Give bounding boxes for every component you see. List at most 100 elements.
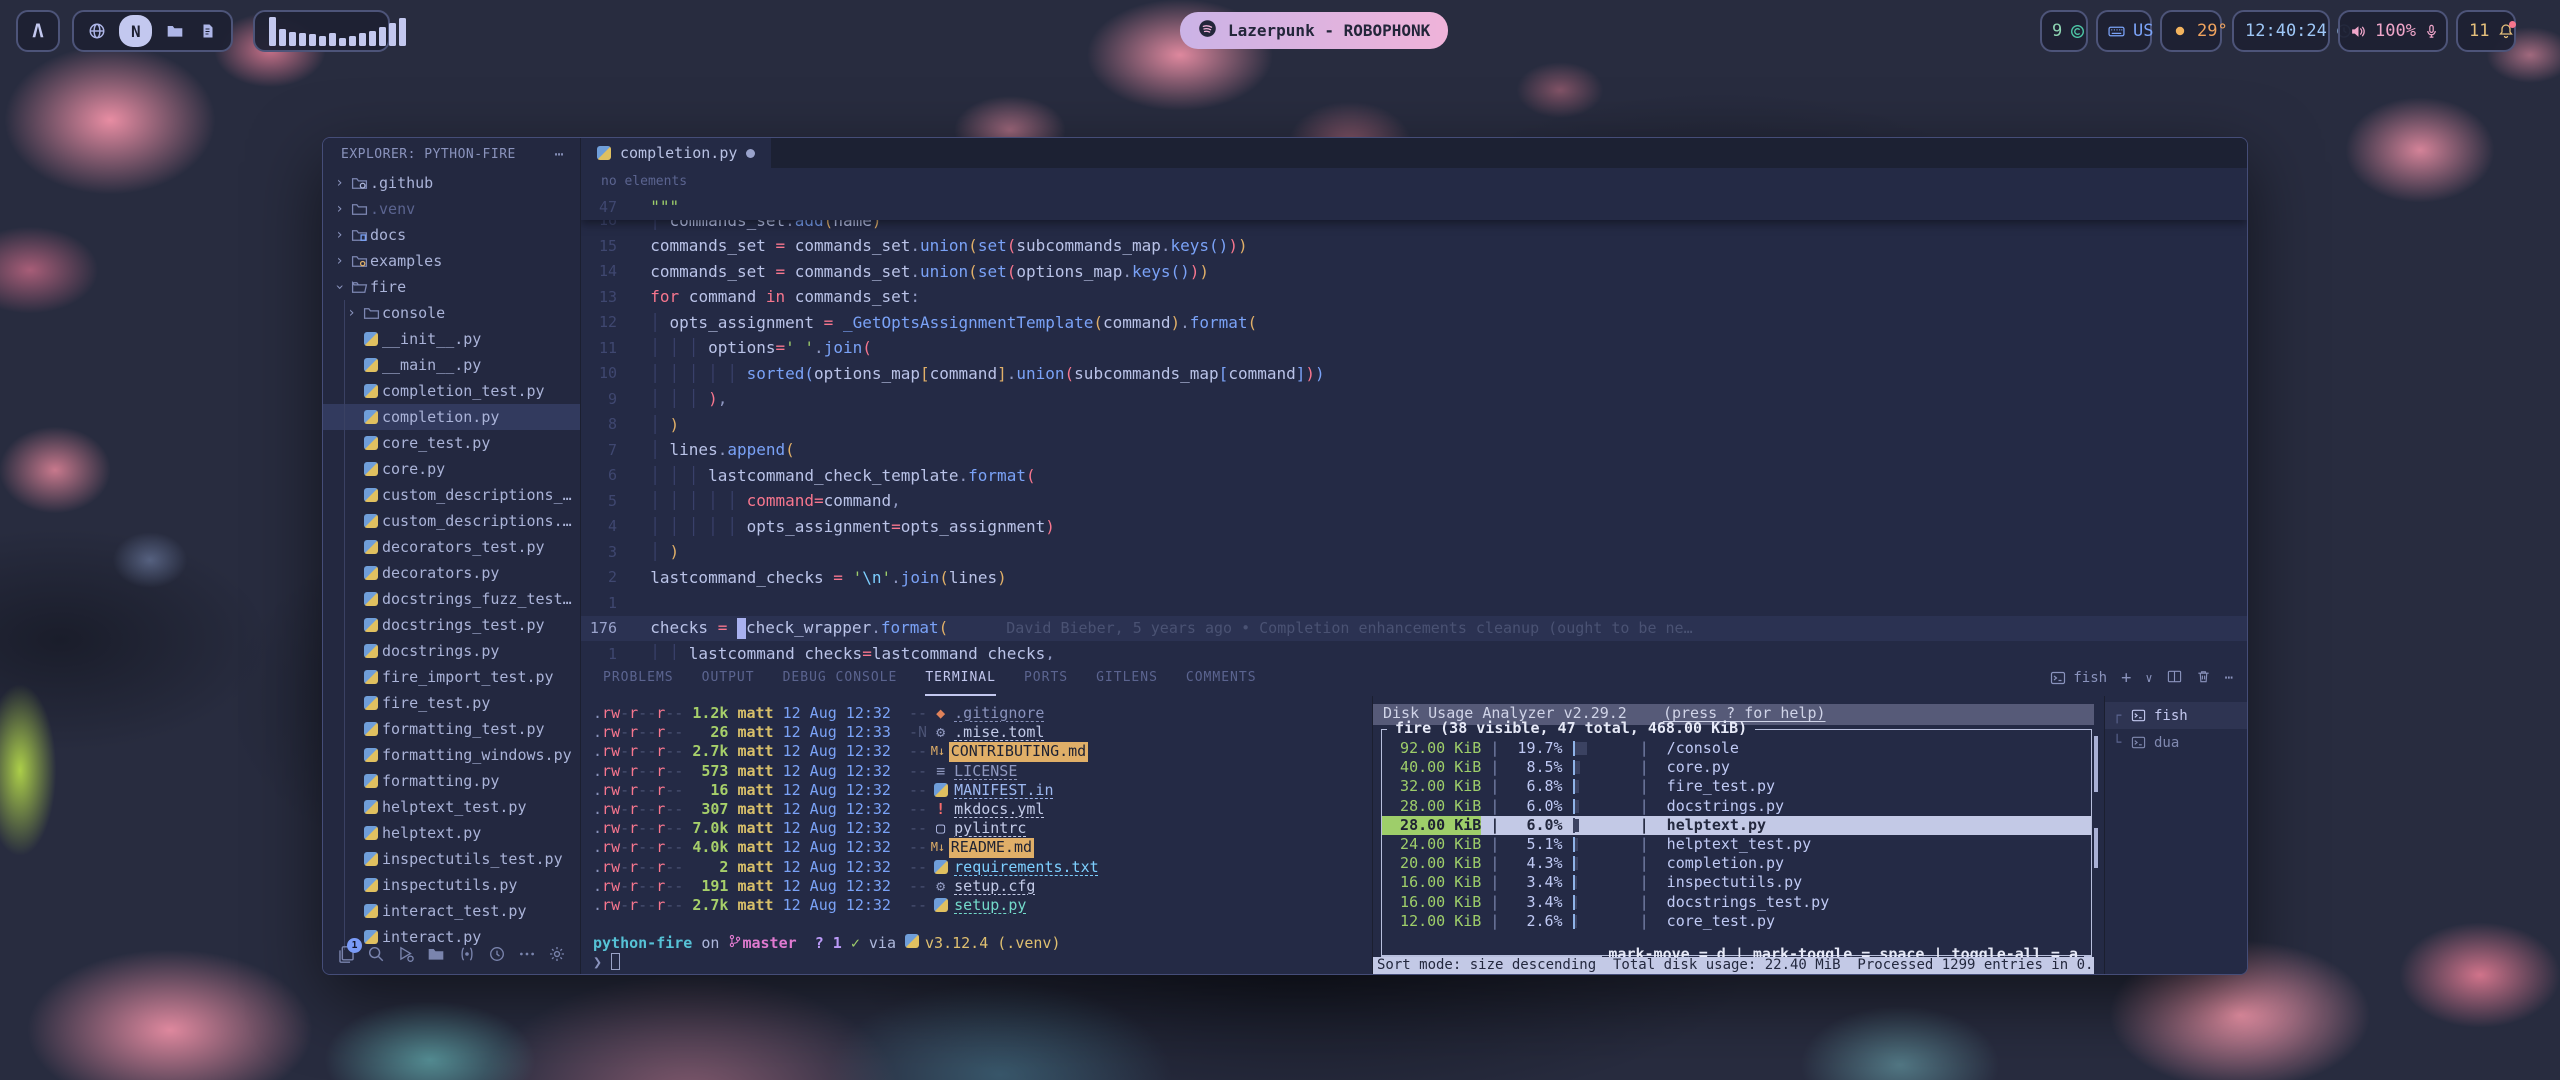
- tree-item-label: docstrings_test.py: [382, 616, 545, 634]
- panel-tab-output[interactable]: OUTPUT: [702, 660, 755, 696]
- panel-tab-ports[interactable]: PORTS: [1024, 660, 1068, 696]
- dua-row-core.py[interactable]: 40.00 KiB|8.5%| core.py: [1382, 758, 2091, 777]
- dua-row-completion.py[interactable]: 20.00 KiB|4.3%| completion.py: [1382, 854, 2091, 873]
- panel-tab-gitlens[interactable]: GITLENS: [1096, 660, 1158, 696]
- tree-item-label: docs: [370, 226, 406, 244]
- prompt-char: ❯: [593, 953, 602, 972]
- panel-tab-comments[interactable]: COMMENTS: [1186, 660, 1257, 696]
- updates-widget[interactable]: 9: [2040, 10, 2088, 52]
- tree-item-label: .venv: [370, 200, 415, 218]
- tree-item-decorators_test.py[interactable]: decorators_test.py: [323, 534, 580, 560]
- tree-item-__init__.py[interactable]: __init__.py: [323, 326, 580, 352]
- system-graph-widget[interactable]: [253, 10, 390, 52]
- code-text: │ ): [631, 415, 679, 434]
- tree-item-docstrings.py[interactable]: docstrings.py: [323, 638, 580, 664]
- keyboard-layout-widget[interactable]: US: [2096, 10, 2152, 52]
- file-permissions: .rw-r--r--: [593, 896, 683, 915]
- tree-item-docstrings_test.py[interactable]: docstrings_test.py: [323, 612, 580, 638]
- history-icon[interactable]: [486, 943, 508, 965]
- line-number: 47: [581, 198, 631, 216]
- panel-more-button[interactable]: ⋯: [2225, 670, 2233, 686]
- tree-item-.github[interactable]: ›.github: [323, 170, 580, 196]
- tree-item-fire_import_test.py[interactable]: fire_import_test.py: [323, 664, 580, 690]
- folder-icon[interactable]: [425, 943, 447, 965]
- run-debug-icon[interactable]: [395, 943, 417, 965]
- file-permissions: .rw-r--r--: [593, 704, 683, 723]
- explorer-more-icon[interactable]: ⋯: [554, 145, 564, 163]
- file-size: 307: [683, 800, 728, 819]
- split-terminal-button[interactable]: [2167, 669, 2182, 688]
- brackets-icon[interactable]: [456, 943, 478, 965]
- tree-item-console[interactable]: ›console: [323, 300, 580, 326]
- terminal-tab-fish[interactable]: ┌fish: [2105, 702, 2247, 729]
- workspace-notes-icon[interactable]: [198, 20, 219, 42]
- tree-item-examples[interactable]: ›examples: [323, 248, 580, 274]
- terminal-shell-indicator[interactable]: fish: [2050, 670, 2107, 686]
- files-icon[interactable]: 1: [335, 943, 357, 965]
- dua-row-inspectutils.py[interactable]: 16.00 KiB|3.4%| inspectutils.py: [1382, 873, 2091, 892]
- tree-item-docstrings_fuzz_test.py[interactable]: docstrings_fuzz_test.py: [323, 586, 580, 612]
- tree-item-custom_descriptions_test.py[interactable]: custom_descriptions_test.py: [323, 482, 580, 508]
- workspace-files-icon[interactable]: [164, 20, 185, 42]
- dua-scrollbar[interactable]: [2094, 736, 2098, 904]
- panel-tab-terminal[interactable]: TERMINAL: [925, 660, 996, 696]
- file-size: 16: [683, 781, 728, 800]
- notifications-widget[interactable]: 11: [2456, 10, 2516, 52]
- music-player-widget[interactable]: Lazerpunk - ROBOPHONK: [1180, 12, 1448, 49]
- dua-row-helptext_test.py[interactable]: 24.00 KiB|5.1%| helptext_test.py: [1382, 835, 2091, 854]
- tree-item-completion.py[interactable]: completion.py: [323, 404, 580, 430]
- settings-icon[interactable]: [546, 943, 568, 965]
- tree-item-helptext_test.py[interactable]: helptext_test.py: [323, 794, 580, 820]
- bell-icon: [2498, 23, 2514, 39]
- tree-item-.venv[interactable]: ›.venv: [323, 196, 580, 222]
- entry-bar: [1573, 837, 1631, 852]
- panel-tab-debug-console[interactable]: DEBUG CONSOLE: [783, 660, 898, 696]
- more-icon[interactable]: [516, 943, 538, 965]
- modified-dot-icon[interactable]: [746, 149, 755, 158]
- tree-item-formatting_test.py[interactable]: formatting_test.py: [323, 716, 580, 742]
- tree-item-completion_test.py[interactable]: completion_test.py: [323, 378, 580, 404]
- time-label: 12:40:24: [2245, 21, 2327, 41]
- terminal-dropdown-button[interactable]: ∨: [2145, 671, 2152, 685]
- launcher-button[interactable]: Λ: [16, 10, 60, 52]
- workspace-browser-icon[interactable]: [86, 20, 107, 42]
- kill-terminal-button[interactable]: [2196, 669, 2211, 688]
- tree-item-custom_descriptions.py[interactable]: custom_descriptions.py: [323, 508, 580, 534]
- weather-widget[interactable]: 29°: [2160, 10, 2222, 52]
- workspace-active[interactable]: N: [119, 15, 152, 47]
- tree-item-fire[interactable]: ›fire: [323, 274, 580, 300]
- audio-widget[interactable]: 100%: [2338, 10, 2448, 52]
- dua-row-docstrings_test.py[interactable]: 16.00 KiB|3.4%| docstrings_test.py: [1382, 893, 2091, 912]
- tree-item-docs[interactable]: ›docs: [323, 222, 580, 248]
- notification-count: 11: [2469, 21, 2489, 41]
- new-terminal-button[interactable]: +: [2121, 668, 2131, 688]
- tab-completion-py[interactable]: completion.py: [581, 138, 771, 168]
- dua-row-fire_test.py[interactable]: 32.00 KiB|6.8%| fire_test.py: [1382, 777, 2091, 796]
- tree-item-fire_test.py[interactable]: fire_test.py: [323, 690, 580, 716]
- panel-tab-problems[interactable]: PROBLEMS: [603, 660, 674, 696]
- tree-item-__main__.py[interactable]: __main__.py: [323, 352, 580, 378]
- dua-row-console[interactable]: 92.00 KiB|19.7%| /console: [1382, 739, 2091, 758]
- clock-widget[interactable]: 12:40:24: [2232, 10, 2330, 52]
- python-file-icon: [364, 540, 378, 554]
- dua-row-helptext.py[interactable]: 28.00 KiB|6.0%| helptext.py: [1382, 816, 2091, 835]
- file-icon: [360, 358, 382, 372]
- code-text: │ │ │ options=' '.join(: [631, 338, 872, 357]
- tree-item-inspectutils_test.py[interactable]: inspectutils_test.py: [323, 846, 580, 872]
- tree-item-formatting_windows.py[interactable]: formatting_windows.py: [323, 742, 580, 768]
- tree-item-decorators.py[interactable]: decorators.py: [323, 560, 580, 586]
- tree-item-core_test.py[interactable]: core_test.py: [323, 430, 580, 456]
- python-file-icon: [364, 826, 378, 840]
- tree-item-helptext.py[interactable]: helptext.py: [323, 820, 580, 846]
- tree-item-inspectutils.py[interactable]: inspectutils.py: [323, 872, 580, 898]
- dua-row-docstrings.py[interactable]: 28.00 KiB|6.0%| docstrings.py: [1382, 797, 2091, 816]
- search-icon[interactable]: [365, 943, 387, 965]
- tree-item-formatting.py[interactable]: formatting.py: [323, 768, 580, 794]
- breadcrumb[interactable]: no elements: [581, 168, 2247, 194]
- dua-row-core_test.py[interactable]: 12.00 KiB|2.6%| core_test.py: [1382, 912, 2091, 931]
- code-text: │ │ │ ),: [631, 389, 727, 408]
- code-line-11: 11 │ │ │ options=' '.join(: [581, 335, 2247, 361]
- terminal-tab-dua[interactable]: └dua: [2105, 729, 2247, 756]
- tree-item-interact_test.py[interactable]: interact_test.py: [323, 898, 580, 924]
- tree-item-core.py[interactable]: core.py: [323, 456, 580, 482]
